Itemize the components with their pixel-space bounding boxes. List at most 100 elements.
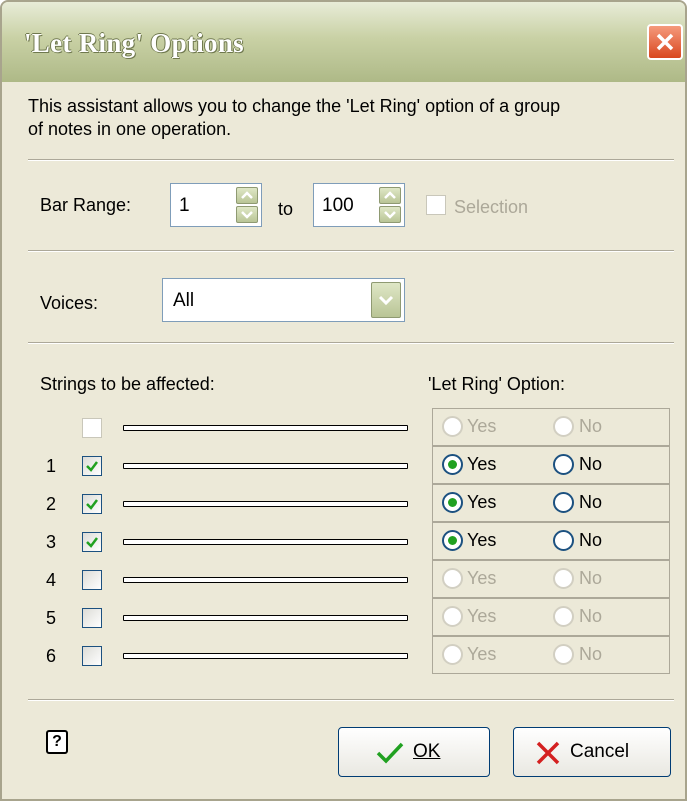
yes-label: Yes <box>467 568 497 588</box>
let-ring-option-header: 'Let Ring' Option: <box>428 374 565 394</box>
string-checkbox[interactable] <box>82 646 102 666</box>
selection-label: Selection <box>454 197 529 217</box>
string-line <box>123 501 408 507</box>
yes-radio[interactable] <box>442 530 463 551</box>
spin-up-button[interactable] <box>379 187 401 204</box>
no-label: No <box>579 454 603 474</box>
no-radio[interactable] <box>553 416 574 437</box>
dialog-window: 'Let Ring' Options This assistant allows… <box>0 0 687 801</box>
string-line <box>123 653 408 659</box>
yes-radio[interactable] <box>442 568 463 589</box>
string-checkbox[interactable] <box>82 608 102 628</box>
selection-checkbox[interactable] <box>426 195 446 215</box>
chevron-down-icon <box>241 211 253 219</box>
string-line <box>123 577 408 583</box>
let-ring-option-group: Yes No <box>432 446 670 484</box>
spin-up-button[interactable] <box>236 187 258 204</box>
string-number: 3 <box>46 532 57 552</box>
checkmark-icon <box>86 537 98 548</box>
string-checkbox[interactable] <box>82 532 102 552</box>
no-radio[interactable] <box>553 568 574 589</box>
dropdown-button[interactable] <box>371 282 401 318</box>
spin-down-button[interactable] <box>379 206 401 223</box>
separator <box>28 699 674 701</box>
description-line-1: This assistant allows you to change the … <box>28 96 561 116</box>
yes-label: Yes <box>467 416 497 436</box>
close-icon <box>656 33 674 51</box>
description-line-2: of notes in one operation. <box>28 119 232 139</box>
chevron-down-icon <box>378 295 394 306</box>
chevron-up-icon <box>241 191 253 199</box>
let-ring-option-group: Yes No <box>432 484 670 522</box>
separator <box>28 159 674 161</box>
yes-label: Yes <box>467 530 497 550</box>
help-icon[interactable]: ? <box>46 730 68 754</box>
chevron-down-icon <box>384 211 396 219</box>
yes-label: Yes <box>467 454 497 474</box>
bar-range-to-spinner[interactable]: 100 <box>313 183 405 227</box>
spin-down-button[interactable] <box>236 206 258 223</box>
window-title: 'Let Ring' Options <box>24 28 244 58</box>
string-number: 5 <box>46 608 57 628</box>
bar-range-from-spinner[interactable]: 1 <box>170 183 262 227</box>
cancel-label: Cancel <box>570 741 630 762</box>
yes-radio[interactable] <box>442 454 463 475</box>
no-label: No <box>579 644 603 664</box>
string-checkbox[interactable] <box>82 456 102 476</box>
no-label: No <box>579 568 603 588</box>
yes-radio[interactable] <box>442 644 463 665</box>
bar-range-label: Bar Range: <box>40 195 132 215</box>
no-label: No <box>579 492 603 512</box>
string-number: 2 <box>46 494 57 514</box>
string-line <box>123 615 408 621</box>
string-line <box>123 463 408 469</box>
let-ring-option-group: Yes No <box>432 408 670 446</box>
checkmark-icon <box>376 742 404 764</box>
bar-range-from-value: 1 <box>179 195 190 216</box>
separator <box>28 250 674 252</box>
no-radio[interactable] <box>553 606 574 627</box>
voices-label: Voices: <box>40 293 99 313</box>
radio-dot <box>448 460 457 469</box>
ok-button[interactable]: OK <box>338 727 490 777</box>
bar-range-to-value: 100 <box>322 195 354 216</box>
string-number: 4 <box>46 570 57 590</box>
let-ring-option-group: Yes No <box>432 636 670 674</box>
no-radio[interactable] <box>553 492 574 513</box>
strings-header: Strings to be affected: <box>40 374 215 394</box>
no-label: No <box>579 606 603 626</box>
yes-label: Yes <box>467 492 497 512</box>
string-number: 1 <box>46 456 57 476</box>
string-line <box>123 425 408 431</box>
yes-label: Yes <box>467 606 497 626</box>
radio-dot <box>448 498 457 507</box>
checkmark-icon <box>86 499 98 510</box>
title-bar: 'Let Ring' Options <box>2 2 685 82</box>
x-icon <box>536 741 560 765</box>
checkmark-icon <box>86 461 98 472</box>
radio-dot <box>448 536 457 545</box>
let-ring-option-group: Yes No <box>432 560 670 598</box>
no-radio[interactable] <box>553 644 574 665</box>
ok-label: OK <box>413 741 441 762</box>
string-checkbox[interactable] <box>82 570 102 590</box>
yes-label: Yes <box>467 644 497 664</box>
string-checkbox[interactable] <box>82 418 102 438</box>
string-line <box>123 539 408 545</box>
no-radio[interactable] <box>553 454 574 475</box>
yes-radio[interactable] <box>442 416 463 437</box>
no-label: No <box>579 530 603 550</box>
voices-dropdown[interactable]: All <box>162 278 405 322</box>
separator <box>28 342 674 344</box>
string-checkbox[interactable] <box>82 494 102 514</box>
close-button[interactable] <box>647 24 683 60</box>
chevron-up-icon <box>384 191 396 199</box>
yes-radio[interactable] <box>442 606 463 627</box>
let-ring-option-group: Yes No <box>432 522 670 560</box>
string-number: 6 <box>46 646 57 666</box>
no-radio[interactable] <box>553 530 574 551</box>
let-ring-option-group: Yes No <box>432 598 670 636</box>
yes-radio[interactable] <box>442 492 463 513</box>
cancel-button[interactable]: Cancel <box>513 727 671 777</box>
voices-value: All <box>173 290 195 311</box>
